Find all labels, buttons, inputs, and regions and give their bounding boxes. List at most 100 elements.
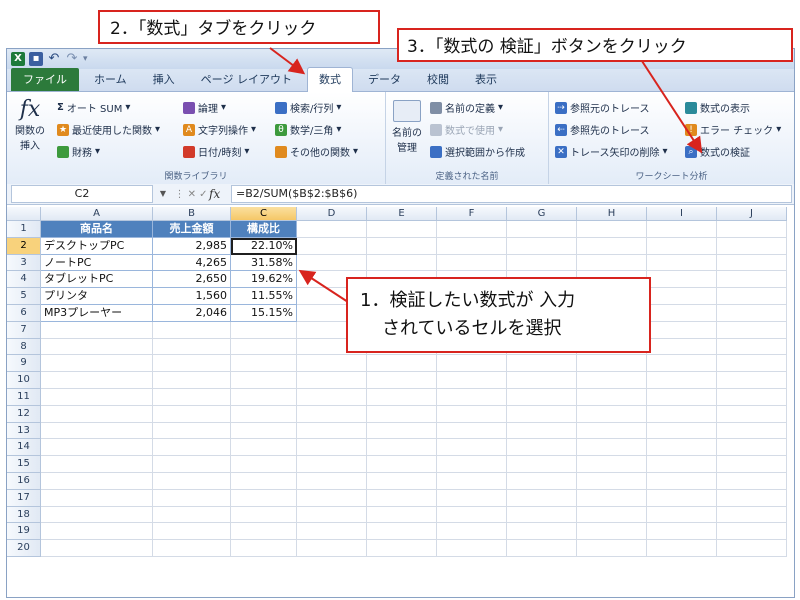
math-button[interactable]: θ 数学/三角 ▾ [275,122,341,137]
datetime-button[interactable]: 日付/時刻 ▾ [183,144,249,159]
grid-cell[interactable] [717,355,787,373]
more-functions-button[interactable]: その他の関数 ▾ [275,144,358,159]
grid-cell[interactable] [367,439,437,457]
grid-cell[interactable] [577,372,647,389]
grid-cell[interactable] [41,372,153,389]
grid-cell[interactable] [231,338,297,356]
grid-cell[interactable] [367,422,437,440]
row-header[interactable]: 19 [7,523,41,541]
tab-page-layout[interactable]: ページ レイアウト [190,68,303,91]
column-header[interactable]: C [231,207,297,221]
grid-cell[interactable] [153,473,231,490]
grid-cell[interactable] [507,389,577,406]
grid-cell[interactable] [153,506,231,524]
tab-review[interactable]: 校閲 [416,68,460,91]
ratio-cell[interactable]: 31.58% [231,254,297,272]
error-check-button[interactable]: ! エラー チェック ▾ [685,122,781,137]
define-name-button[interactable]: 名前の定義 ▾ [430,100,503,115]
grid-cell[interactable] [297,523,367,541]
grid-cell[interactable] [717,473,787,490]
grid-cell[interactable] [153,321,231,339]
grid-cell[interactable] [717,489,787,507]
recent-functions-button[interactable]: ★ 最近使用した関数 ▾ [57,122,160,137]
grid-cell[interactable] [647,237,717,255]
grid-cell[interactable] [367,489,437,507]
grid-cell[interactable] [297,372,367,389]
grid-cell[interactable] [437,540,507,557]
grid-cell[interactable] [41,405,153,423]
lookup-button[interactable]: 検索/行列 ▾ [275,100,341,115]
grid-cell[interactable] [577,405,647,423]
chevron-down-icon[interactable]: ▼ [160,186,166,202]
grid-cell[interactable] [41,338,153,356]
row-header[interactable]: 17 [7,489,41,507]
grid-cell[interactable] [231,372,297,389]
grid-cell[interactable] [297,405,367,423]
grid-cell[interactable] [367,237,437,255]
grid-cell[interactable] [717,338,787,356]
redo-icon[interactable]: ↷ [65,52,79,66]
grid-cell[interactable] [647,221,717,238]
product-name-cell[interactable]: MP3プレーヤー [41,305,153,322]
grid-cell[interactable] [367,254,437,272]
grid-cell[interactable] [647,254,717,272]
grid-cell[interactable] [231,389,297,406]
grid-cell[interactable] [367,405,437,423]
column-header[interactable]: A [41,207,153,221]
grid-cell[interactable] [647,338,717,356]
grid-cell[interactable] [577,473,647,490]
grid-cell[interactable] [717,221,787,238]
grid-cell[interactable] [717,305,787,322]
grid-cell[interactable] [437,422,507,440]
grid-cell[interactable] [297,473,367,490]
column-header[interactable]: J [717,207,787,221]
grid-cell[interactable] [231,439,297,457]
grid-cell[interactable] [231,540,297,557]
grid-cell[interactable] [297,389,367,406]
grid-cell[interactable] [41,506,153,524]
grid-cell[interactable] [231,355,297,373]
grid-cell[interactable] [577,489,647,507]
grid-cell[interactable] [41,422,153,440]
grid-cell[interactable] [647,355,717,373]
grid-cell[interactable] [647,439,717,457]
grid-cell[interactable] [437,221,507,238]
grid-cell[interactable] [297,237,367,255]
grid-cell[interactable] [717,288,787,305]
grid-cell[interactable] [153,456,231,473]
grid-cell[interactable] [231,321,297,339]
grid-cell[interactable] [153,338,231,356]
tab-home[interactable]: ホーム [83,68,138,91]
row-header[interactable]: 3 [7,254,41,272]
product-name-cell[interactable]: デスクトップPC [41,237,153,255]
sales-amount-cell[interactable]: 2,046 [153,305,231,322]
grid-cell[interactable] [437,506,507,524]
grid-cell[interactable] [297,456,367,473]
grid-cell[interactable] [717,540,787,557]
grid-cell[interactable] [647,405,717,423]
grid-cell[interactable] [507,456,577,473]
grid-cell[interactable] [231,489,297,507]
grid-cell[interactable] [577,439,647,457]
grid-cell[interactable] [507,540,577,557]
table-header-cell[interactable]: 商品名 [41,221,153,238]
grid-cell[interactable] [577,254,647,272]
use-in-formula-button[interactable]: 数式で使用 ▾ [430,122,503,137]
grid-cell[interactable] [153,489,231,507]
grid-cell[interactable] [717,254,787,272]
grid-cell[interactable] [647,506,717,524]
grid-cell[interactable] [717,456,787,473]
grid-cell[interactable] [577,389,647,406]
grid-cell[interactable] [717,237,787,255]
grid-cell[interactable] [41,489,153,507]
grid-cell[interactable] [297,439,367,457]
grid-cell[interactable] [153,540,231,557]
row-header[interactable]: 12 [7,405,41,423]
grid-cell[interactable] [367,523,437,541]
grid-cell[interactable] [41,473,153,490]
grid-cell[interactable] [297,355,367,373]
grid-cell[interactable] [41,389,153,406]
row-header[interactable]: 14 [7,439,41,457]
grid-cell[interactable] [507,254,577,272]
grid-cell[interactable] [367,456,437,473]
